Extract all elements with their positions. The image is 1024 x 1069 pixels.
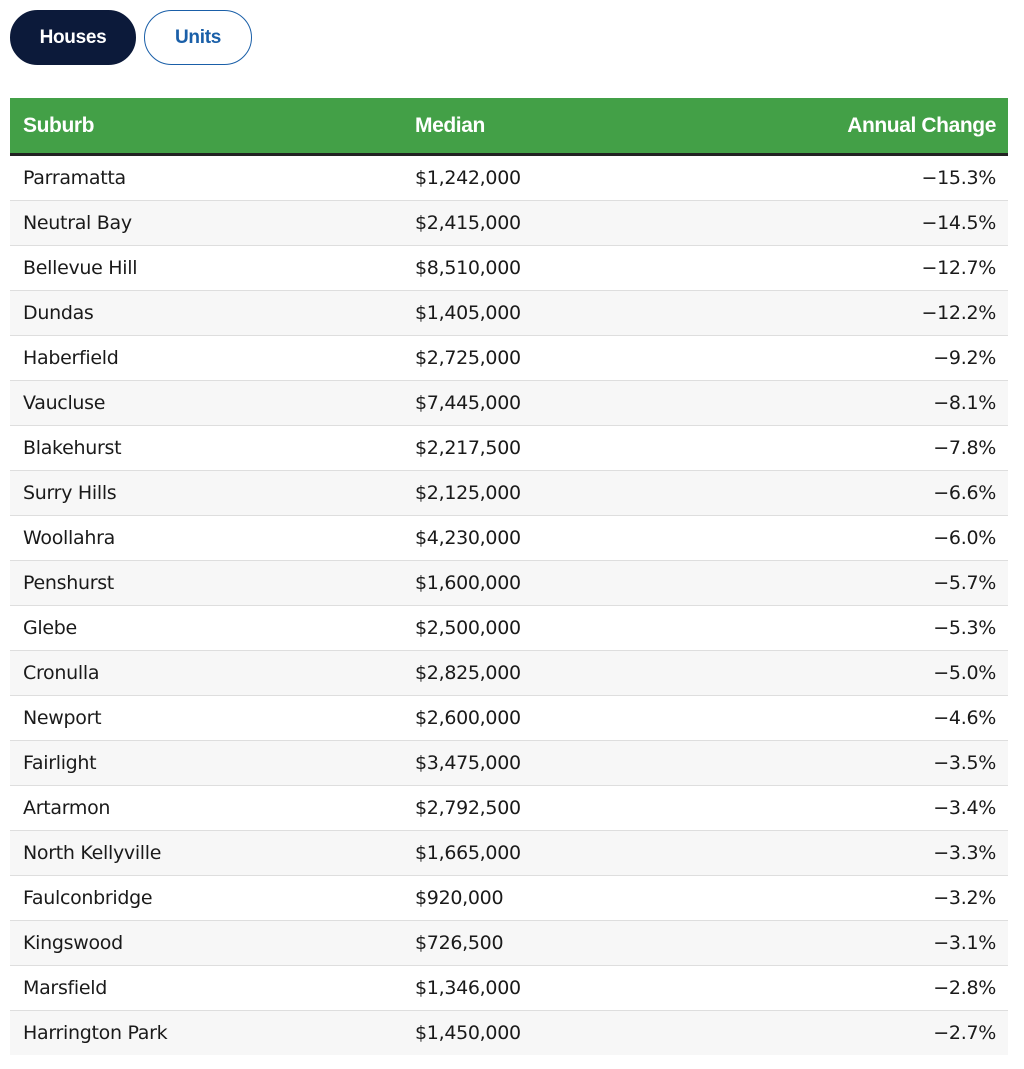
table-row: Kingswood $726,500 −3.1%	[10, 920, 1008, 966]
annual-change-cell: −14.5%	[773, 200, 1008, 246]
annual-change-cell: −2.7%	[773, 1010, 1008, 1055]
annual-change-cell: −3.1%	[773, 920, 1008, 966]
annual-change-cell: −4.6%	[773, 695, 1008, 741]
suburb-cell: Blakehurst	[10, 425, 402, 471]
table-row: Parramatta $1,242,000 −15.3%	[10, 154, 1008, 201]
suburb-cell: Bellevue Hill	[10, 245, 402, 291]
annual-change-cell: −3.3%	[773, 830, 1008, 876]
table-header: Suburb Median Annual Change	[10, 98, 1008, 156]
median-cell: $1,665,000	[402, 830, 773, 876]
annual-change-cell: −8.1%	[773, 380, 1008, 426]
table-row: Faulconbridge $920,000 −3.2%	[10, 875, 1008, 921]
median-cell: $1,405,000	[402, 290, 773, 336]
median-cell: $8,510,000	[402, 245, 773, 291]
annual-change-cell: −6.6%	[773, 470, 1008, 516]
suburb-cell: Kingswood	[10, 920, 402, 966]
suburb-cell: Marsfield	[10, 965, 402, 1011]
annual-change-cell: −9.2%	[773, 335, 1008, 381]
annual-change-cell: −2.8%	[773, 965, 1008, 1011]
suburb-cell: North Kellyville	[10, 830, 402, 876]
units-toggle-button[interactable]: Units	[144, 10, 252, 65]
table-row: Dundas $1,405,000 −12.2%	[10, 290, 1008, 336]
header-row: Suburb Median Annual Change	[10, 98, 1008, 156]
annual-change-cell: −5.0%	[773, 650, 1008, 696]
median-cell: $2,217,500	[402, 425, 773, 471]
suburb-cell: Surry Hills	[10, 470, 402, 516]
annual-change-cell: −7.8%	[773, 425, 1008, 471]
annual-change-cell: −15.3%	[921, 167, 997, 189]
suburb-cell: Cronulla	[10, 650, 402, 696]
table-row: Fairlight $3,475,000 −3.5%	[10, 740, 1008, 786]
annual-change-cell: −3.4%	[773, 785, 1008, 831]
annual-change-cell: −12.7%	[773, 245, 1008, 291]
suburb-cell: Vaucluse	[10, 380, 402, 426]
suburb-cell: Faulconbridge	[10, 875, 402, 921]
property-type-toggle: Houses Units	[10, 10, 252, 65]
table-row: Artarmon $2,792,500 −3.4%	[10, 785, 1008, 831]
houses-toggle-button[interactable]: Houses	[10, 10, 136, 65]
table-row: Blakehurst $2,217,500 −7.8%	[10, 425, 1008, 471]
median-cell: $2,792,500	[402, 785, 773, 831]
table-row: Woollahra $4,230,000 −6.0%	[10, 515, 1008, 561]
median-cell: $1,242,000	[415, 167, 521, 189]
suburb-cell: Parramatta	[23, 167, 126, 189]
median-cell: $2,125,000	[402, 470, 773, 516]
suburb-cell: Glebe	[10, 605, 402, 651]
suburb-cell: Penshurst	[10, 560, 402, 606]
annual-change-cell: −3.2%	[773, 875, 1008, 921]
column-header-suburb: Suburb	[10, 98, 402, 156]
table-row: Glebe $2,500,000 −5.3%	[10, 605, 1008, 651]
median-cell: $726,500	[402, 920, 773, 966]
table-row: Neutral Bay $2,415,000 −14.5%	[10, 200, 1008, 246]
median-cell: $2,725,000	[402, 335, 773, 381]
table-row: Harrington Park $1,450,000 −2.7%	[10, 1010, 1008, 1055]
suburb-cell: Newport	[10, 695, 402, 741]
median-cell: $2,415,000	[402, 200, 773, 246]
table-row: Haberfield $2,725,000 −9.2%	[10, 335, 1008, 381]
table-row: Newport $2,600,000 −4.6%	[10, 695, 1008, 741]
median-cell: $7,445,000	[402, 380, 773, 426]
suburb-cell: Neutral Bay	[10, 200, 402, 246]
table-row: Marsfield $1,346,000 −2.8%	[10, 965, 1008, 1011]
table-row: Cronulla $2,825,000 −5.0%	[10, 650, 1008, 696]
median-cell: $1,450,000	[402, 1010, 773, 1055]
column-header-annual-change: Annual Change	[773, 98, 1008, 156]
suburb-cell: Woollahra	[10, 515, 402, 561]
table-row: Vaucluse $7,445,000 −8.1%	[10, 380, 1008, 426]
median-cell: $4,230,000	[402, 515, 773, 561]
suburb-cell: Haberfield	[10, 335, 402, 381]
table-row: Penshurst $1,600,000 −5.7%	[10, 560, 1008, 606]
annual-change-cell: −5.3%	[773, 605, 1008, 651]
median-cell: $2,600,000	[402, 695, 773, 741]
suburb-cell: Harrington Park	[10, 1010, 402, 1055]
annual-change-cell: −5.7%	[773, 560, 1008, 606]
median-cell: $920,000	[402, 875, 773, 921]
table-body: Parramatta $1,242,000 −15.3% Neutral Bay $2,…	[10, 154, 1008, 1055]
suburb-median-table: Suburb Median Annual Change Parramatta $1…	[10, 98, 1008, 1055]
suburb-cell: Dundas	[10, 290, 402, 336]
annual-change-cell: −6.0%	[773, 515, 1008, 561]
table-row: Bellevue Hill $8,510,000 −12.7%	[10, 245, 1008, 291]
median-cell: $2,825,000	[402, 650, 773, 696]
median-cell: $1,600,000	[402, 560, 773, 606]
median-cell: $1,346,000	[402, 965, 773, 1011]
suburb-cell: Artarmon	[10, 785, 402, 831]
table-row: North Kellyville $1,665,000 −3.3%	[10, 830, 1008, 876]
median-cell: $2,500,000	[402, 605, 773, 651]
median-cell: $3,475,000	[402, 740, 773, 786]
annual-change-cell: −12.2%	[773, 290, 1008, 336]
annual-change-cell: −3.5%	[773, 740, 1008, 786]
suburb-cell: Fairlight	[10, 740, 402, 786]
column-header-median: Median	[402, 98, 773, 156]
table-row: Surry Hills $2,125,000 −6.6%	[10, 470, 1008, 516]
data-table: Suburb Median Annual Change Parramatta $1…	[10, 98, 1008, 1055]
